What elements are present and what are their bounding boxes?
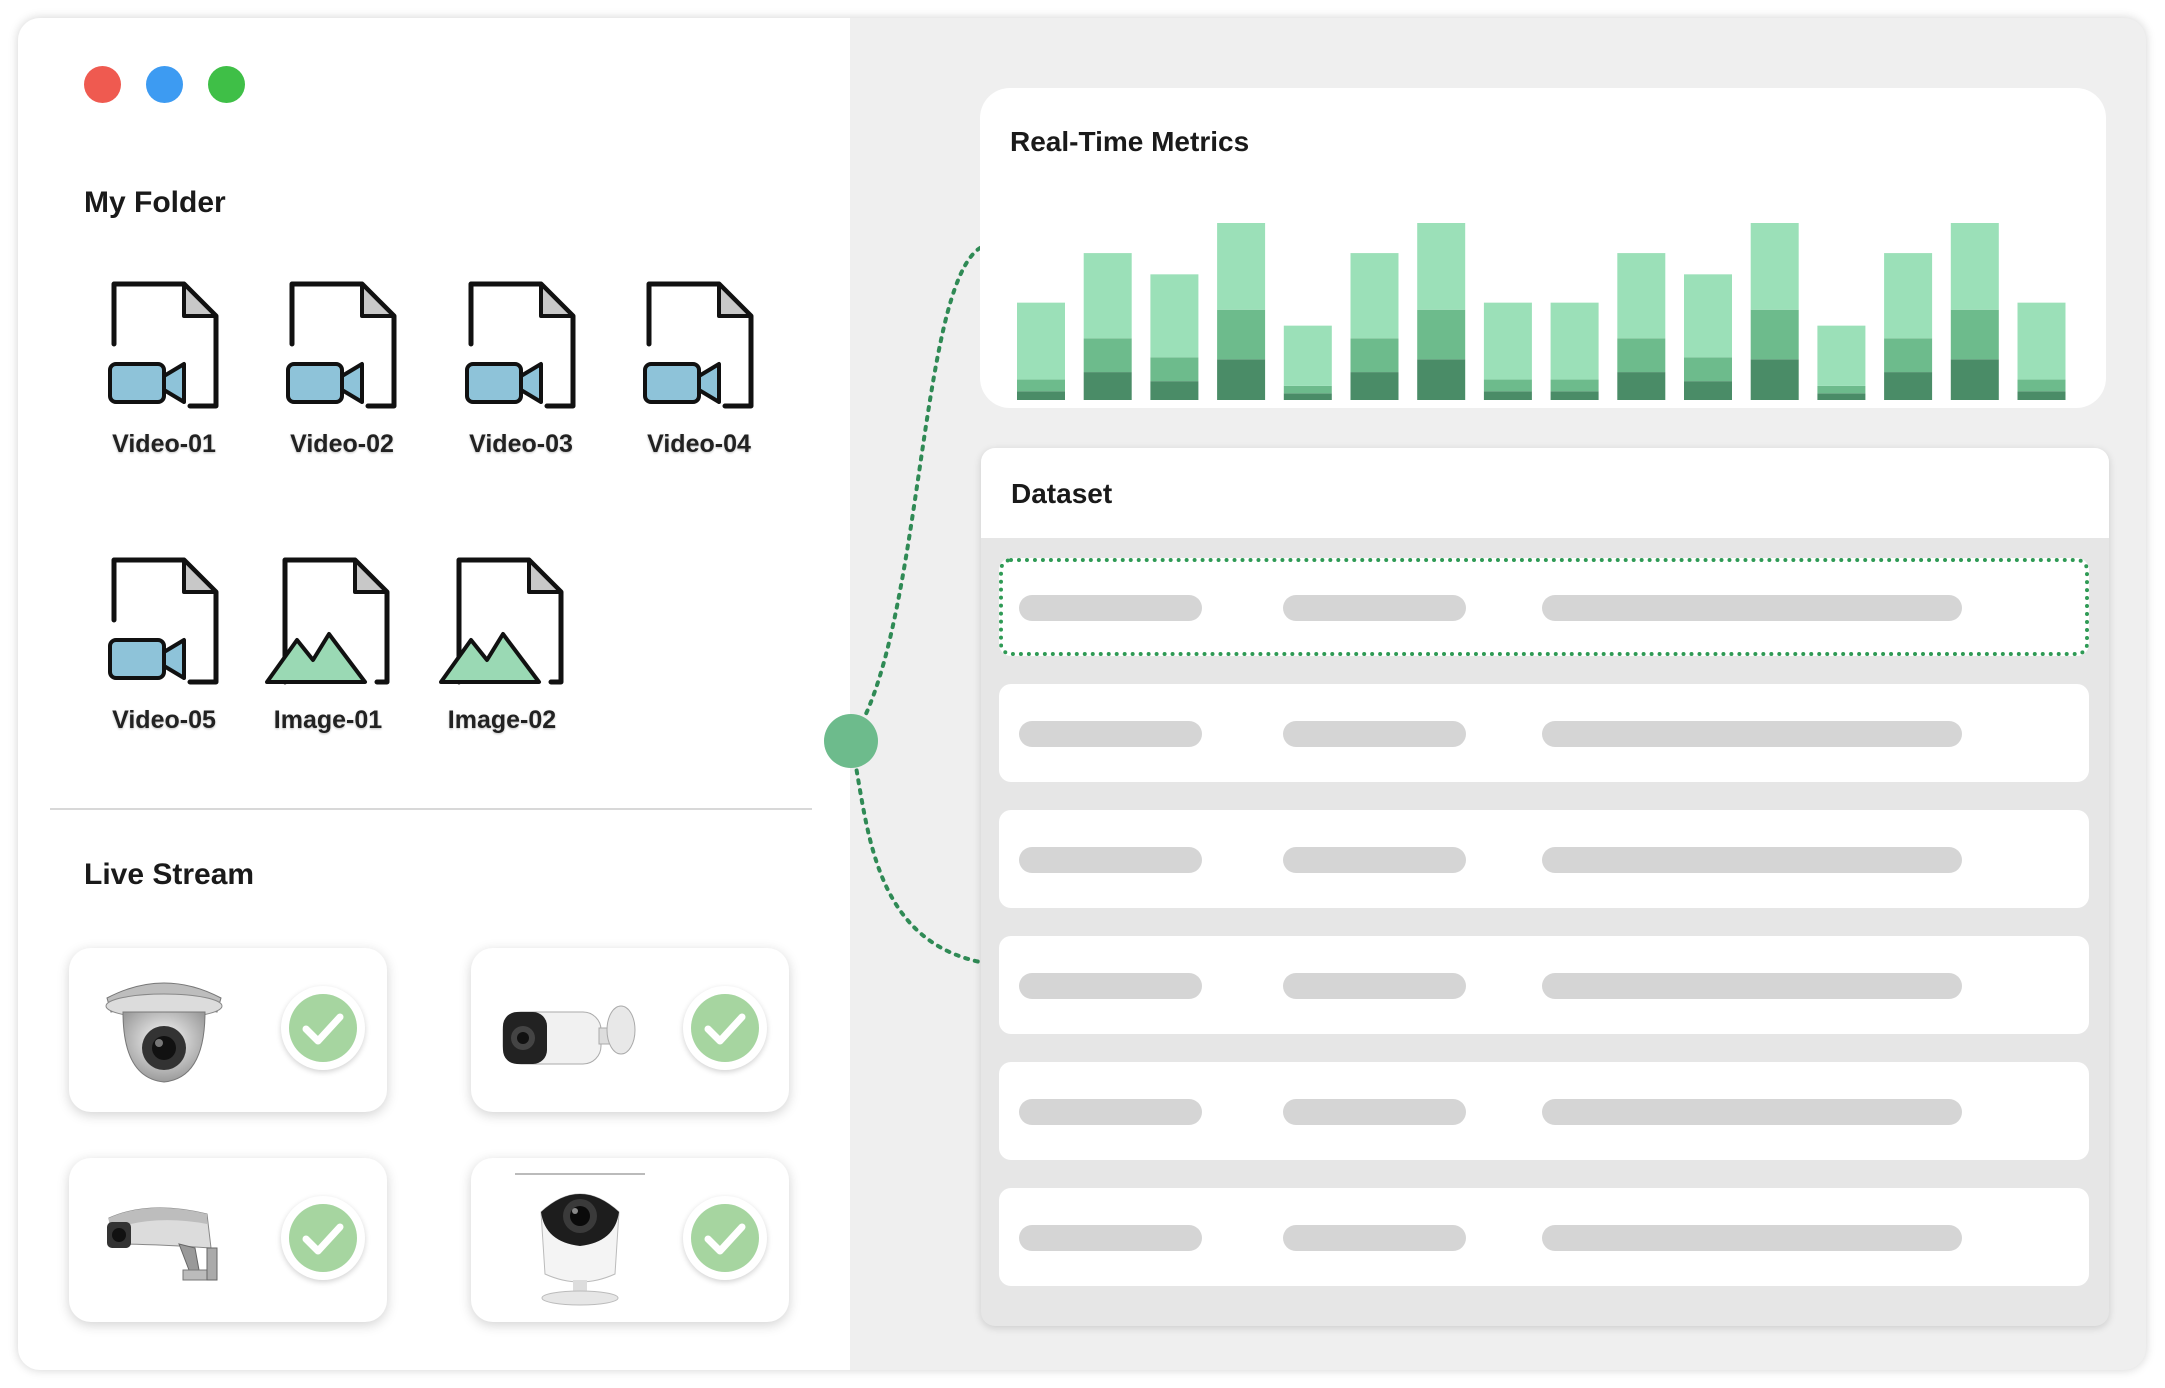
metrics-bar-chart [1017, 223, 2066, 400]
bar-segment [1350, 338, 1399, 373]
placeholder-cell [1019, 847, 1202, 873]
placeholder-cell [1542, 973, 1962, 999]
bar-segment [1817, 325, 1866, 386]
app-window: My Folder Video-01 Video-02 Video-03 Vid… [18, 18, 2146, 1370]
placeholder-cell [1019, 1225, 1202, 1251]
placeholder-cell [1019, 1099, 1202, 1125]
bar-segment [1950, 223, 1999, 310]
bar-segment [1750, 359, 1799, 400]
placeholder-cell [1019, 973, 1202, 999]
placeholder-cell [1283, 973, 1466, 999]
placeholder-cell [1542, 721, 1962, 747]
dataset-card: Dataset [981, 448, 2109, 1326]
bar-segment [1817, 393, 1866, 400]
placeholder-cell [1542, 1225, 1962, 1251]
bar-segment [1483, 302, 1532, 380]
dataset-row-selected[interactable] [999, 558, 2089, 656]
bar-segment [1750, 309, 1799, 360]
bar-segment [1417, 309, 1466, 360]
bar-segment [1950, 309, 1999, 360]
placeholder-cell [1542, 595, 1962, 621]
bar-segment [1550, 302, 1599, 380]
bar-segment [1817, 385, 1866, 394]
bar-segment [2017, 391, 2066, 400]
placeholder-cell [1283, 595, 1466, 621]
placeholder-cell [1019, 721, 1202, 747]
dataset-header: Dataset [981, 448, 2109, 538]
pipeline-connector [824, 246, 982, 964]
bar-segment [1283, 393, 1332, 400]
bar-segment [1017, 391, 1065, 400]
bar-segment [1750, 223, 1799, 310]
bar-segment [1217, 359, 1266, 400]
outdoor-camera-icon [107, 1207, 218, 1281]
bar-segment [1150, 274, 1199, 358]
bar-segment [1684, 381, 1732, 400]
bar-segment [2017, 379, 2066, 392]
bar-segment [1950, 359, 1999, 400]
connector-node [824, 714, 878, 768]
metrics-card: Real-Time Metrics [980, 88, 2106, 408]
dataset-row[interactable] [999, 936, 2089, 1034]
placeholder-cell [1283, 1225, 1466, 1251]
status-check-icon [281, 1196, 365, 1280]
camera-card-cube[interactable] [471, 1158, 789, 1322]
placeholder-cell [1283, 847, 1466, 873]
bar-segment [1884, 372, 1933, 400]
camera-card-outdoor[interactable] [69, 1158, 387, 1322]
bar-segment [1483, 391, 1532, 400]
bar-segment [1083, 338, 1132, 373]
bar-segment [1017, 379, 1065, 392]
placeholder-cell [1283, 721, 1466, 747]
placeholder-cell [1019, 595, 1202, 621]
bar-segment [1483, 379, 1532, 392]
bar-segment [1150, 357, 1199, 382]
dataset-title: Dataset [1011, 478, 1113, 509]
bar-segment [1884, 338, 1933, 373]
placeholder-cell [1283, 1099, 1466, 1125]
bar-segment [1350, 253, 1399, 339]
bar-segment [1350, 372, 1399, 400]
dataset-row[interactable] [999, 1062, 2089, 1160]
dataset-row[interactable] [999, 684, 2089, 782]
dataset-row[interactable] [999, 810, 2089, 908]
status-check-icon [683, 1196, 767, 1280]
bar-segment [1150, 381, 1199, 400]
bar-segment [1083, 372, 1132, 400]
bar-segment [1083, 253, 1132, 339]
bar-segment [1617, 372, 1666, 400]
bar-segment [1217, 223, 1266, 310]
dataset-row[interactable] [999, 1188, 2089, 1286]
bar-segment [1684, 357, 1732, 382]
bar-segment [1417, 223, 1466, 310]
placeholder-cell [1542, 1099, 1962, 1125]
bar-segment [1617, 253, 1666, 339]
bar-segment [1617, 338, 1666, 373]
bar-segment [1017, 302, 1065, 380]
bar-segment [1550, 391, 1599, 400]
bar-segment [2017, 302, 2066, 380]
bar-segment [1684, 274, 1732, 358]
bar-segment [1417, 359, 1466, 400]
bar-segment [1884, 253, 1933, 339]
bar-segment [1283, 385, 1332, 394]
bar-segment [1550, 379, 1599, 392]
placeholder-cell [1542, 847, 1962, 873]
bar-segment [1217, 309, 1266, 360]
bar-segment [1283, 325, 1332, 386]
cube-camera-icon [515, 1173, 645, 1306]
